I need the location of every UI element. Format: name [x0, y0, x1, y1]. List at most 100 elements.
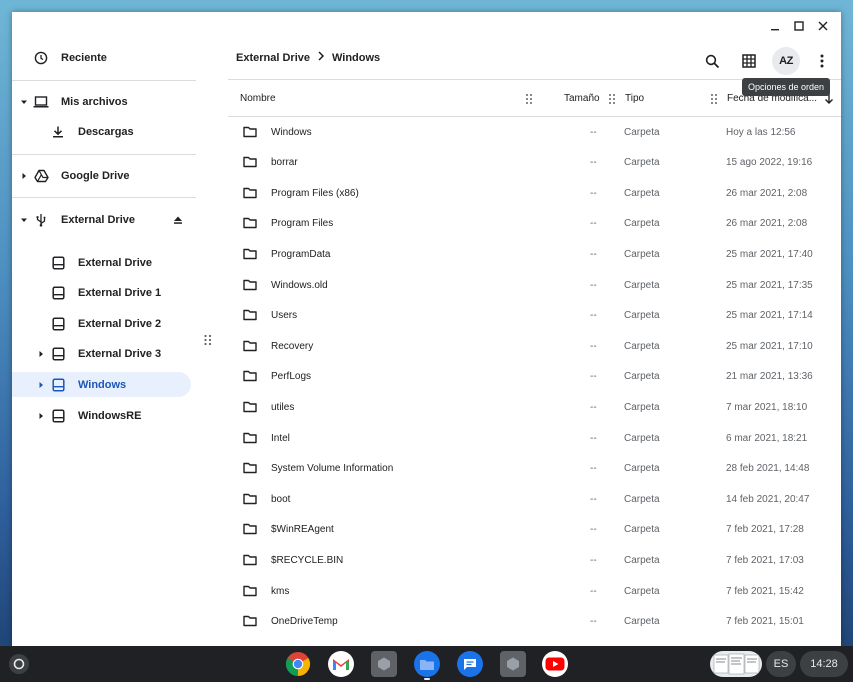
youtube-icon — [545, 657, 565, 671]
table-row[interactable]: Program Files (x86) -- Carpeta 26 mar 2021,… — [228, 179, 841, 209]
file-date: 25 mar 2021, 17:35 — [726, 279, 813, 291]
file-type: Carpeta — [624, 493, 660, 505]
table-row[interactable]: Windows.old -- Carpeta 25 mar 2021, 17:35 — [228, 271, 841, 301]
file-size: -- — [590, 616, 597, 628]
table-row[interactable]: borrar -- Carpeta 15 ago 2022, 19:16 — [228, 148, 841, 178]
files-app[interactable] — [414, 651, 440, 677]
sidebar-item-external-drive[interactable]: External Drive — [12, 207, 196, 232]
download-icon — [50, 124, 66, 140]
holding-space-thumbnails[interactable] — [710, 651, 762, 677]
file-date: 25 mar 2021, 17:14 — [726, 310, 813, 322]
sort-tooltip: Opciones de orden — [742, 78, 831, 96]
input-method-indicator[interactable]: ES — [766, 651, 796, 677]
breadcrumb-item[interactable]: Windows — [332, 52, 380, 64]
expand-arrow-icon[interactable] — [20, 98, 28, 106]
status-area-clock[interactable]: 14:28 — [800, 651, 848, 677]
table-row[interactable]: utiles -- Carpeta 7 mar 2021, 18:10 — [228, 393, 841, 423]
folder-icon — [243, 156, 257, 168]
files-icon — [420, 659, 434, 670]
sidebar-item-drive[interactable]: External Drive — [12, 250, 196, 275]
chrome-app[interactable] — [285, 651, 311, 677]
file-type: Carpeta — [624, 310, 660, 322]
sidebar-item-drive[interactable]: External Drive 3 — [12, 342, 196, 367]
sidebar-divider — [12, 197, 196, 198]
breadcrumb: External Drive Windows — [236, 51, 380, 64]
file-date: 6 mar 2021, 18:21 — [726, 432, 808, 444]
app-launcher-item[interactable] — [371, 651, 397, 677]
table-row[interactable]: Users -- Carpeta 25 mar 2021, 17:14 — [228, 301, 841, 331]
sidebar-item-label: Descargas — [78, 125, 134, 138]
chrome-icon — [285, 652, 311, 676]
sidebar-item-recent[interactable]: Reciente — [12, 45, 196, 70]
column-header-type[interactable]: Tipo — [625, 93, 644, 104]
folder-icon — [243, 462, 257, 474]
sidebar-item-my-files[interactable]: Mis archivos — [12, 89, 196, 114]
table-row[interactable]: Recovery -- Carpeta 25 mar 2021, 17:10 — [228, 332, 841, 362]
sort-icon: AZ — [779, 55, 793, 67]
column-resize-icon[interactable] — [608, 93, 616, 105]
breadcrumb-item[interactable]: External Drive — [236, 52, 310, 64]
file-size: -- — [590, 463, 597, 475]
table-row[interactable]: Windows -- Carpeta Hoy a las 12:56 — [228, 118, 841, 148]
files-app-window: Reciente Mis archivos Descargas Google D… — [12, 12, 841, 646]
table-row[interactable]: ProgramData -- Carpeta 25 mar 2021, 17:40 — [228, 240, 841, 270]
sidebar-divider — [12, 154, 196, 155]
sidebar-item-drive[interactable]: External Drive 1 — [12, 281, 196, 306]
messages-icon — [464, 658, 476, 670]
youtube-app[interactable] — [542, 651, 568, 677]
sidebar-item-drive[interactable]: Windows — [12, 372, 191, 398]
file-size: -- — [590, 248, 597, 260]
screenshot-thumbnail-icon — [713, 653, 760, 675]
column-resize-icon[interactable] — [525, 93, 533, 105]
gmail-app[interactable] — [328, 651, 354, 677]
file-date: 7 mar 2021, 18:10 — [726, 401, 808, 413]
launcher-button[interactable] — [9, 654, 29, 674]
table-row[interactable]: PerfLogs -- Carpeta 21 mar 2021, 13:36 — [228, 362, 841, 392]
file-date: 7 feb 2021, 17:28 — [726, 524, 804, 536]
sidebar-item-label: Google Drive — [61, 169, 130, 182]
file-type: Carpeta — [624, 432, 660, 444]
table-row[interactable]: Program Files -- Carpeta 26 mar 2021, 2:08 — [228, 209, 841, 239]
drag-handle-icon[interactable] — [203, 334, 213, 348]
expand-arrow-icon[interactable] — [37, 350, 45, 358]
table-row[interactable]: boot -- Carpeta 14 feb 2021, 20:47 — [228, 485, 841, 515]
file-type: Carpeta — [624, 218, 660, 230]
column-header-size[interactable]: Tamaño — [564, 93, 600, 104]
file-size: -- — [590, 279, 597, 291]
sort-button[interactable]: AZ — [772, 47, 800, 75]
table-row[interactable]: $RECYCLE.BIN -- Carpeta 7 feb 2021, 17:03 — [228, 546, 841, 576]
column-resize-icon[interactable] — [710, 93, 718, 105]
search-button[interactable] — [698, 47, 726, 75]
folder-icon — [243, 248, 257, 260]
column-header-name[interactable]: Nombre — [240, 93, 276, 104]
expand-arrow-icon[interactable] — [20, 172, 28, 180]
file-name: $WinREAgent — [271, 524, 334, 536]
table-row[interactable]: OneDriveTemp -- Carpeta 7 feb 2021, 15:01 — [228, 607, 841, 637]
drive-volume-icon — [50, 377, 66, 393]
sidebar-item-drive[interactable]: WindowsRE — [12, 403, 196, 428]
file-name: Windows — [271, 126, 312, 138]
messages-app[interactable] — [457, 651, 483, 677]
table-row[interactable]: kms -- Carpeta 7 feb 2021, 15:42 — [228, 577, 841, 607]
sidebar-item-drive[interactable]: External Drive 2 — [12, 311, 196, 336]
sidebar-item-downloads[interactable]: Descargas — [12, 119, 196, 144]
eject-icon[interactable] — [170, 212, 186, 228]
expand-arrow-icon[interactable] — [37, 381, 45, 389]
sidebar: Reciente Mis archivos Descargas Google D… — [12, 12, 208, 646]
folder-icon — [243, 217, 257, 229]
expand-arrow-icon[interactable] — [37, 412, 45, 420]
table-row[interactable]: Intel -- Carpeta 6 mar 2021, 18:21 — [228, 424, 841, 454]
file-type: Carpeta — [624, 585, 660, 597]
file-type: Carpeta — [624, 401, 660, 413]
sidebar-item-google-drive[interactable]: Google Drive — [12, 163, 196, 188]
usb-icon — [33, 212, 49, 228]
more-options-button[interactable] — [808, 47, 836, 75]
table-row[interactable]: System Volume Information -- Carpeta 28 feb… — [228, 454, 841, 484]
file-name: boot — [271, 493, 291, 505]
app-launcher-item[interactable] — [500, 651, 526, 677]
grid-view-button[interactable] — [735, 47, 763, 75]
folder-icon — [243, 554, 257, 566]
expand-arrow-icon[interactable] — [20, 216, 28, 224]
table-row[interactable]: $WinREAgent -- Carpeta 7 feb 2021, 17:28 — [228, 515, 841, 545]
file-type: Carpeta — [624, 126, 660, 138]
